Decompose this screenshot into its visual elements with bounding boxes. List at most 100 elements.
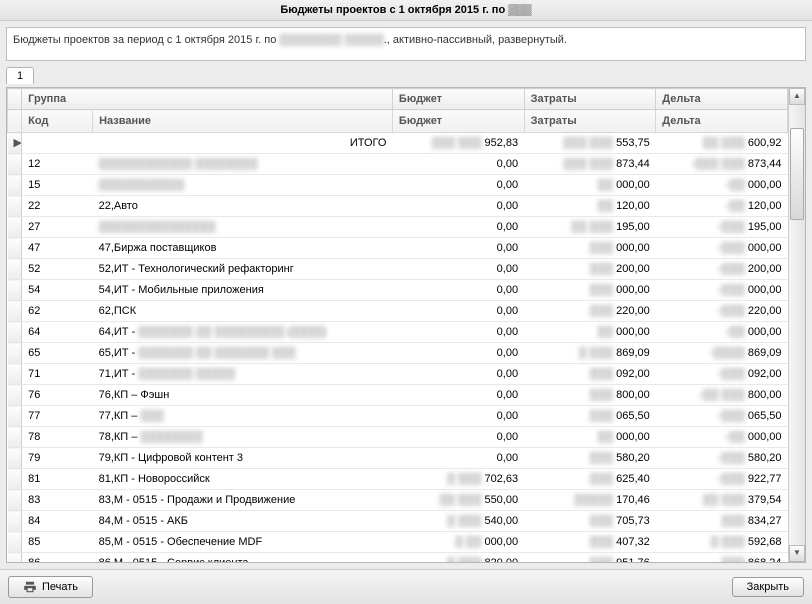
table-row[interactable]: 6262,ПСК0,00▒▒▒ 220,00-▒▒▒ 220,00 xyxy=(8,301,788,322)
header-delta[interactable]: Дельта xyxy=(656,110,788,133)
table-row[interactable]: 7171,ИТ - ▒▒▒▒▒▒▒ ▒▒▒▒▒0,00▒▒▒ 092,00-▒▒… xyxy=(8,364,788,385)
cell-code: 52 xyxy=(22,259,93,280)
print-button[interactable]: Печать xyxy=(8,576,93,598)
row-indicator xyxy=(8,553,22,563)
row-indicator xyxy=(8,385,22,406)
table-row[interactable]: 4747,Биржа поставщиков0,00▒▒▒ 000,00-▒▒▒… xyxy=(8,238,788,259)
cell-budget: 0,00 xyxy=(392,175,524,196)
cell-delta: ▒▒▒ 868,24 xyxy=(656,553,788,563)
cell-code: 62 xyxy=(22,301,93,322)
cell-cost: ▒▒▒ 065,50 xyxy=(524,406,656,427)
table-row[interactable]: 8585,М - 0515 - Обеспечение MDF▒ ▒▒ 000,… xyxy=(8,532,788,553)
table-row[interactable]: 8383,М - 0515 - Продажи и Продвижение▒▒ … xyxy=(8,490,788,511)
cell-cost: ▒▒▒ 580,20 xyxy=(524,448,656,469)
cell-name: ▒▒▒▒▒▒▒▒▒▒▒ xyxy=(93,175,393,196)
header-group-budget[interactable]: Бюджет xyxy=(392,89,524,110)
table-row[interactable]: 6565,ИТ - ▒▒▒▒▒▒▒ ▒▒ ▒▒▒▒▒▒▒ ▒▒▒0,00▒ ▒▒… xyxy=(8,343,788,364)
close-button[interactable]: Закрыть xyxy=(732,577,804,597)
header-indicator2[interactable] xyxy=(8,110,22,133)
row-indicator: ▶ xyxy=(8,133,22,154)
cell-budget: 0,00 xyxy=(392,322,524,343)
table-row[interactable]: 8181,КП - Новороссийск▒ ▒▒▒ 702,63▒▒▒ 62… xyxy=(8,469,788,490)
row-indicator xyxy=(8,532,22,553)
cell-code: 12 xyxy=(22,154,93,175)
cell-cost: ▒▒ 000,00 xyxy=(524,427,656,448)
cell-delta: -▒▒ 000,00 xyxy=(656,322,788,343)
scroll-up-button[interactable]: ▲ xyxy=(789,88,805,105)
cell-cost: ▒▒ 120,00 xyxy=(524,196,656,217)
footer: Печать Закрыть xyxy=(0,569,812,604)
cell-code: 76 xyxy=(22,385,93,406)
header-code[interactable]: Код xyxy=(22,110,93,133)
cell-name: 83,М - 0515 - Продажи и Продвижение xyxy=(93,490,393,511)
table-row[interactable]: 7676,КП – Фэшн0,00▒▒▒ 800,00-▒▒ ▒▒▒ 800,… xyxy=(8,385,788,406)
table-row[interactable]: 7777,КП – ▒▒▒0,00▒▒▒ 065,50-▒▒▒ 065,50 xyxy=(8,406,788,427)
cell-name: 78,КП – ▒▒▒▒▒▒▒▒ xyxy=(93,427,393,448)
header-group[interactable]: Группа xyxy=(22,89,393,110)
cell-name: 71,ИТ - ▒▒▒▒▒▒▒ ▒▒▒▒▒ xyxy=(93,364,393,385)
cell-name: 79,КП - Цифровой контент 3 xyxy=(93,448,393,469)
table-row[interactable]: 8686,М - 0515 - Сервис клиента▒ ▒▒▒ 820,… xyxy=(8,553,788,563)
header-budget[interactable]: Бюджет xyxy=(392,110,524,133)
header-group-delta[interactable]: Дельта xyxy=(656,89,788,110)
row-indicator xyxy=(8,259,22,280)
cell-name: 76,КП – Фэшн xyxy=(93,385,393,406)
table-row[interactable]: 12▒▒▒▒▒▒▒▒▒▒▒▒ ▒▒▒▒▒▒▒▒0,00▒▒▒ ▒▒▒ 873,4… xyxy=(8,154,788,175)
cell-budget: ▒ ▒▒▒ 540,00 xyxy=(392,511,524,532)
cell-cost: ▒▒▒ 220,00 xyxy=(524,301,656,322)
cell-delta: -▒▒▒ 195,00 xyxy=(656,217,788,238)
cell-name: 52,ИТ - Технологический рефакторинг xyxy=(93,259,393,280)
scroll-thumb[interactable] xyxy=(790,128,804,220)
table-row[interactable]: 2222,Авто0,00▒▒ 120,00-▒▒ 120,00 xyxy=(8,196,788,217)
cell-budget: 0,00 xyxy=(392,217,524,238)
table-row[interactable]: 5252,ИТ - Технологический рефакторинг0,0… xyxy=(8,259,788,280)
table-row[interactable]: 5454,ИТ - Мобильные приложения0,00▒▒▒ 00… xyxy=(8,280,788,301)
cell-budget: 0,00 xyxy=(392,238,524,259)
cell-budget: 0,00 xyxy=(392,196,524,217)
cell-budget: 0,00 xyxy=(392,448,524,469)
row-indicator xyxy=(8,343,22,364)
cell-delta: -▒▒ ▒▒▒ 800,00 xyxy=(656,385,788,406)
cell-delta: -▒▒▒ 000,00 xyxy=(656,280,788,301)
cell-name: ▒▒▒▒▒▒▒▒▒▒▒▒ ▒▒▒▒▒▒▒▒ xyxy=(93,154,393,175)
cell-cost: ▒▒▒▒▒ 170,46 xyxy=(524,490,656,511)
cell-name: 81,КП - Новороссийск xyxy=(93,469,393,490)
cell-delta: -▒▒▒ 092,00 xyxy=(656,364,788,385)
tab-1[interactable]: 1 xyxy=(6,67,34,84)
cell-delta: -▒▒▒ 000,00 xyxy=(656,238,788,259)
header-name[interactable]: Название xyxy=(93,110,393,133)
cell-name: 54,ИТ - Мобильные приложения xyxy=(93,280,393,301)
row-indicator xyxy=(8,364,22,385)
row-indicator xyxy=(8,301,22,322)
scroll-down-button[interactable]: ▼ xyxy=(789,545,805,562)
table-row[interactable]: 8484,М - 0515 - АКБ▒ ▒▒▒ 540,00▒▒▒ 705,7… xyxy=(8,511,788,532)
cell-delta: ▒ ▒▒▒ 592,68 xyxy=(656,532,788,553)
table-row[interactable]: 7979,КП - Цифровой контент 30,00▒▒▒ 580,… xyxy=(8,448,788,469)
info-prefix: Бюджеты проектов за период с 1 октября 2… xyxy=(13,34,279,46)
header-group-cost[interactable]: Затраты xyxy=(524,89,656,110)
table-row[interactable]: 7878,КП – ▒▒▒▒▒▒▒▒0,00▒▒ 000,00-▒▒ 000,0… xyxy=(8,427,788,448)
cell-code: 47 xyxy=(22,238,93,259)
data-grid[interactable]: Группа Бюджет Затраты Дельта Код Названи… xyxy=(7,88,788,562)
cell-name: 64,ИТ - ▒▒▒▒▒▒▒ ▒▒ ▒▒▒▒▒▒▒▒▒ (▒▒▒▒) xyxy=(93,322,393,343)
window: Бюджеты проектов с 1 октября 2015 г. по … xyxy=(0,0,812,604)
table-row[interactable]: 15▒▒▒▒▒▒▒▒▒▒▒0,00▒▒ 000,00-▒▒ 000,00 xyxy=(8,175,788,196)
vertical-scrollbar[interactable]: ▲ ▼ xyxy=(788,88,805,562)
table-row[interactable]: 6464,ИТ - ▒▒▒▒▒▒▒ ▒▒ ▒▒▒▒▒▒▒▒▒ (▒▒▒▒)0,0… xyxy=(8,322,788,343)
cell-delta: -▒▒▒ 065,50 xyxy=(656,406,788,427)
table-row[interactable]: 27▒▒▒▒▒▒▒▒▒▒▒▒▒▒▒0,00▒▒ ▒▒▒ 195,00-▒▒▒ 1… xyxy=(8,217,788,238)
header-cost[interactable]: Затраты xyxy=(524,110,656,133)
cell-name: 85,М - 0515 - Обеспечение MDF xyxy=(93,532,393,553)
cell-cost: ▒▒ 000,00 xyxy=(524,322,656,343)
total-row[interactable]: ▶ИТОГО▒▒▒ ▒▒▒ 952,83▒▒▒ ▒▒▒ 553,75▒▒ ▒▒▒… xyxy=(8,133,788,154)
cell-budget: ▒ ▒▒▒ 820,00 xyxy=(392,553,524,563)
cell-cost: ▒▒▒ 625,40 xyxy=(524,469,656,490)
info-suffix: ., активно-пассивный, развернутый. xyxy=(384,34,567,46)
cell-name: 77,КП – ▒▒▒ xyxy=(93,406,393,427)
info-mask: ▒▒▒▒▒▒▒▒ ▒▒▒▒▒ xyxy=(279,34,383,46)
header-indicator[interactable] xyxy=(8,89,22,110)
info-box: Бюджеты проектов за период с 1 октября 2… xyxy=(6,27,806,61)
row-indicator xyxy=(8,448,22,469)
total-budget: ▒▒▒ ▒▒▒ 952,83 xyxy=(392,133,524,154)
cell-cost: ▒▒▒ 705,73 xyxy=(524,511,656,532)
